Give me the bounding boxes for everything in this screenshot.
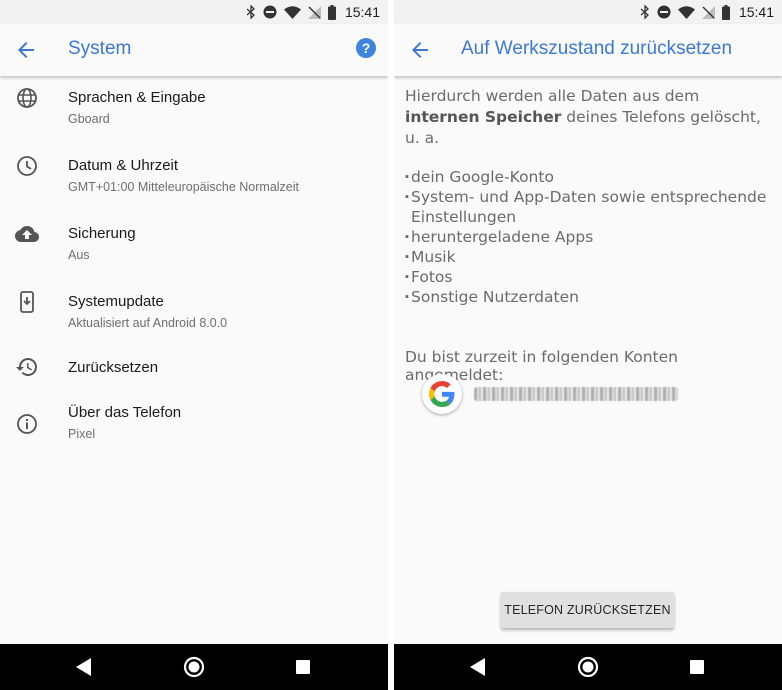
settings-item-title: Sicherung: [68, 225, 136, 242]
bluetooth-icon: [246, 5, 255, 19]
battery-icon: [327, 4, 336, 20]
reset-intro-text: Hierdurch werden alle Daten aus dem inte…: [405, 86, 772, 149]
google-logo-icon: [422, 374, 462, 414]
intro-text-bold: internen Speicher: [405, 108, 562, 126]
status-bar: 15:41: [0, 0, 388, 24]
settings-item-title: Zurücksetzen: [68, 359, 159, 376]
battery-icon: [721, 4, 730, 20]
settings-item-subtitle: Gboard: [68, 112, 110, 126]
page-title: Auf Werkszustand zurücksetzen: [461, 38, 733, 59]
settings-item-title: Sprachen & Eingabe: [68, 89, 206, 106]
nav-recents-icon[interactable]: [690, 660, 704, 674]
info-icon: [17, 414, 37, 434]
intro-text-start: Hierdurch werden alle Daten aus dem: [405, 87, 700, 105]
back-arrow-icon[interactable]: [14, 38, 38, 62]
status-bar: 15:41: [394, 0, 782, 24]
reset-description: Hierdurch werden alle Daten aus dem inte…: [394, 76, 782, 384]
settings-item-about-phone[interactable]: Über das Telefon Pixel: [0, 394, 388, 462]
globe-icon: [17, 88, 37, 108]
restore-icon: [16, 358, 37, 376]
list-item: System- und App-Daten sowie entsprechend…: [404, 187, 772, 227]
system-update-icon: [20, 291, 34, 313]
app-bar: Auf Werkszustand zurücksetzen: [394, 24, 782, 76]
reset-phone-button[interactable]: TELEFON ZURÜCKSETZEN: [501, 592, 674, 628]
bluetooth-icon: [640, 5, 649, 19]
settings-item-subtitle: Pixel: [68, 427, 96, 441]
navigation-bar: [0, 644, 388, 690]
settings-item-backup[interactable]: Sicherung Aus: [0, 212, 388, 280]
settings-item-subtitle: GMT+01:00 Mitteleuropäische Normalzeit: [68, 180, 299, 194]
wifi-icon: [283, 5, 301, 19]
list-item: Sonstige Nutzerdaten: [404, 287, 772, 307]
list-item: Musik: [404, 247, 772, 267]
do-not-disturb-icon: [263, 5, 277, 19]
settings-list: Sprachen & Eingabe Gboard Datum & Uhrzei…: [0, 76, 388, 462]
page-title: System: [68, 38, 132, 59]
nav-home-icon[interactable]: [577, 656, 599, 678]
back-arrow-icon[interactable]: [408, 38, 432, 62]
google-account-row: [422, 373, 678, 415]
factory-reset-screen: 15:41 Auf Werkszustand zurücksetzen Hier…: [394, 0, 782, 690]
blurred-account-email: [474, 387, 678, 401]
navigation-bar: [394, 644, 782, 690]
settings-item-title: Über das Telefon: [68, 404, 182, 421]
wifi-icon: [677, 5, 695, 19]
cloud-upload-icon: [15, 225, 39, 242]
clock-time: 15:41: [738, 4, 774, 20]
settings-item-date-time[interactable]: Datum & Uhrzeit GMT+01:00 Mitteleuropäis…: [0, 144, 388, 212]
settings-item-title: Systemupdate: [68, 293, 164, 310]
app-bar: System ?: [0, 24, 388, 76]
clock-time: 15:41: [344, 4, 380, 20]
list-item: dein Google-Konto: [404, 167, 772, 187]
settings-item-system-update[interactable]: Systemupdate Aktualisiert auf Android 8.…: [0, 280, 388, 348]
list-item: Fotos: [404, 267, 772, 287]
settings-item-reset[interactable]: Zurücksetzen: [0, 348, 388, 394]
settings-item-title: Datum & Uhrzeit: [68, 157, 179, 174]
no-signal-icon: [307, 5, 321, 19]
no-signal-icon: [701, 5, 715, 19]
settings-item-languages[interactable]: Sprachen & Eingabe Gboard: [0, 76, 388, 144]
settings-item-subtitle: Aus: [68, 248, 90, 262]
system-screen: 15:41 System ? Sprachen & Eingabe Gboard…: [0, 0, 388, 690]
nav-home-icon[interactable]: [183, 656, 205, 678]
nav-recents-icon[interactable]: [296, 660, 310, 674]
erased-data-list: dein Google-Konto System- und App-Daten …: [404, 167, 772, 307]
nav-back-icon[interactable]: [76, 658, 92, 676]
settings-item-subtitle: Aktualisiert auf Android 8.0.0: [68, 316, 228, 330]
nav-back-icon[interactable]: [470, 658, 486, 676]
help-icon[interactable]: ?: [356, 38, 376, 58]
clock-icon: [17, 156, 37, 176]
do-not-disturb-icon: [657, 5, 671, 19]
list-item: heruntergeladene Apps: [404, 227, 772, 247]
